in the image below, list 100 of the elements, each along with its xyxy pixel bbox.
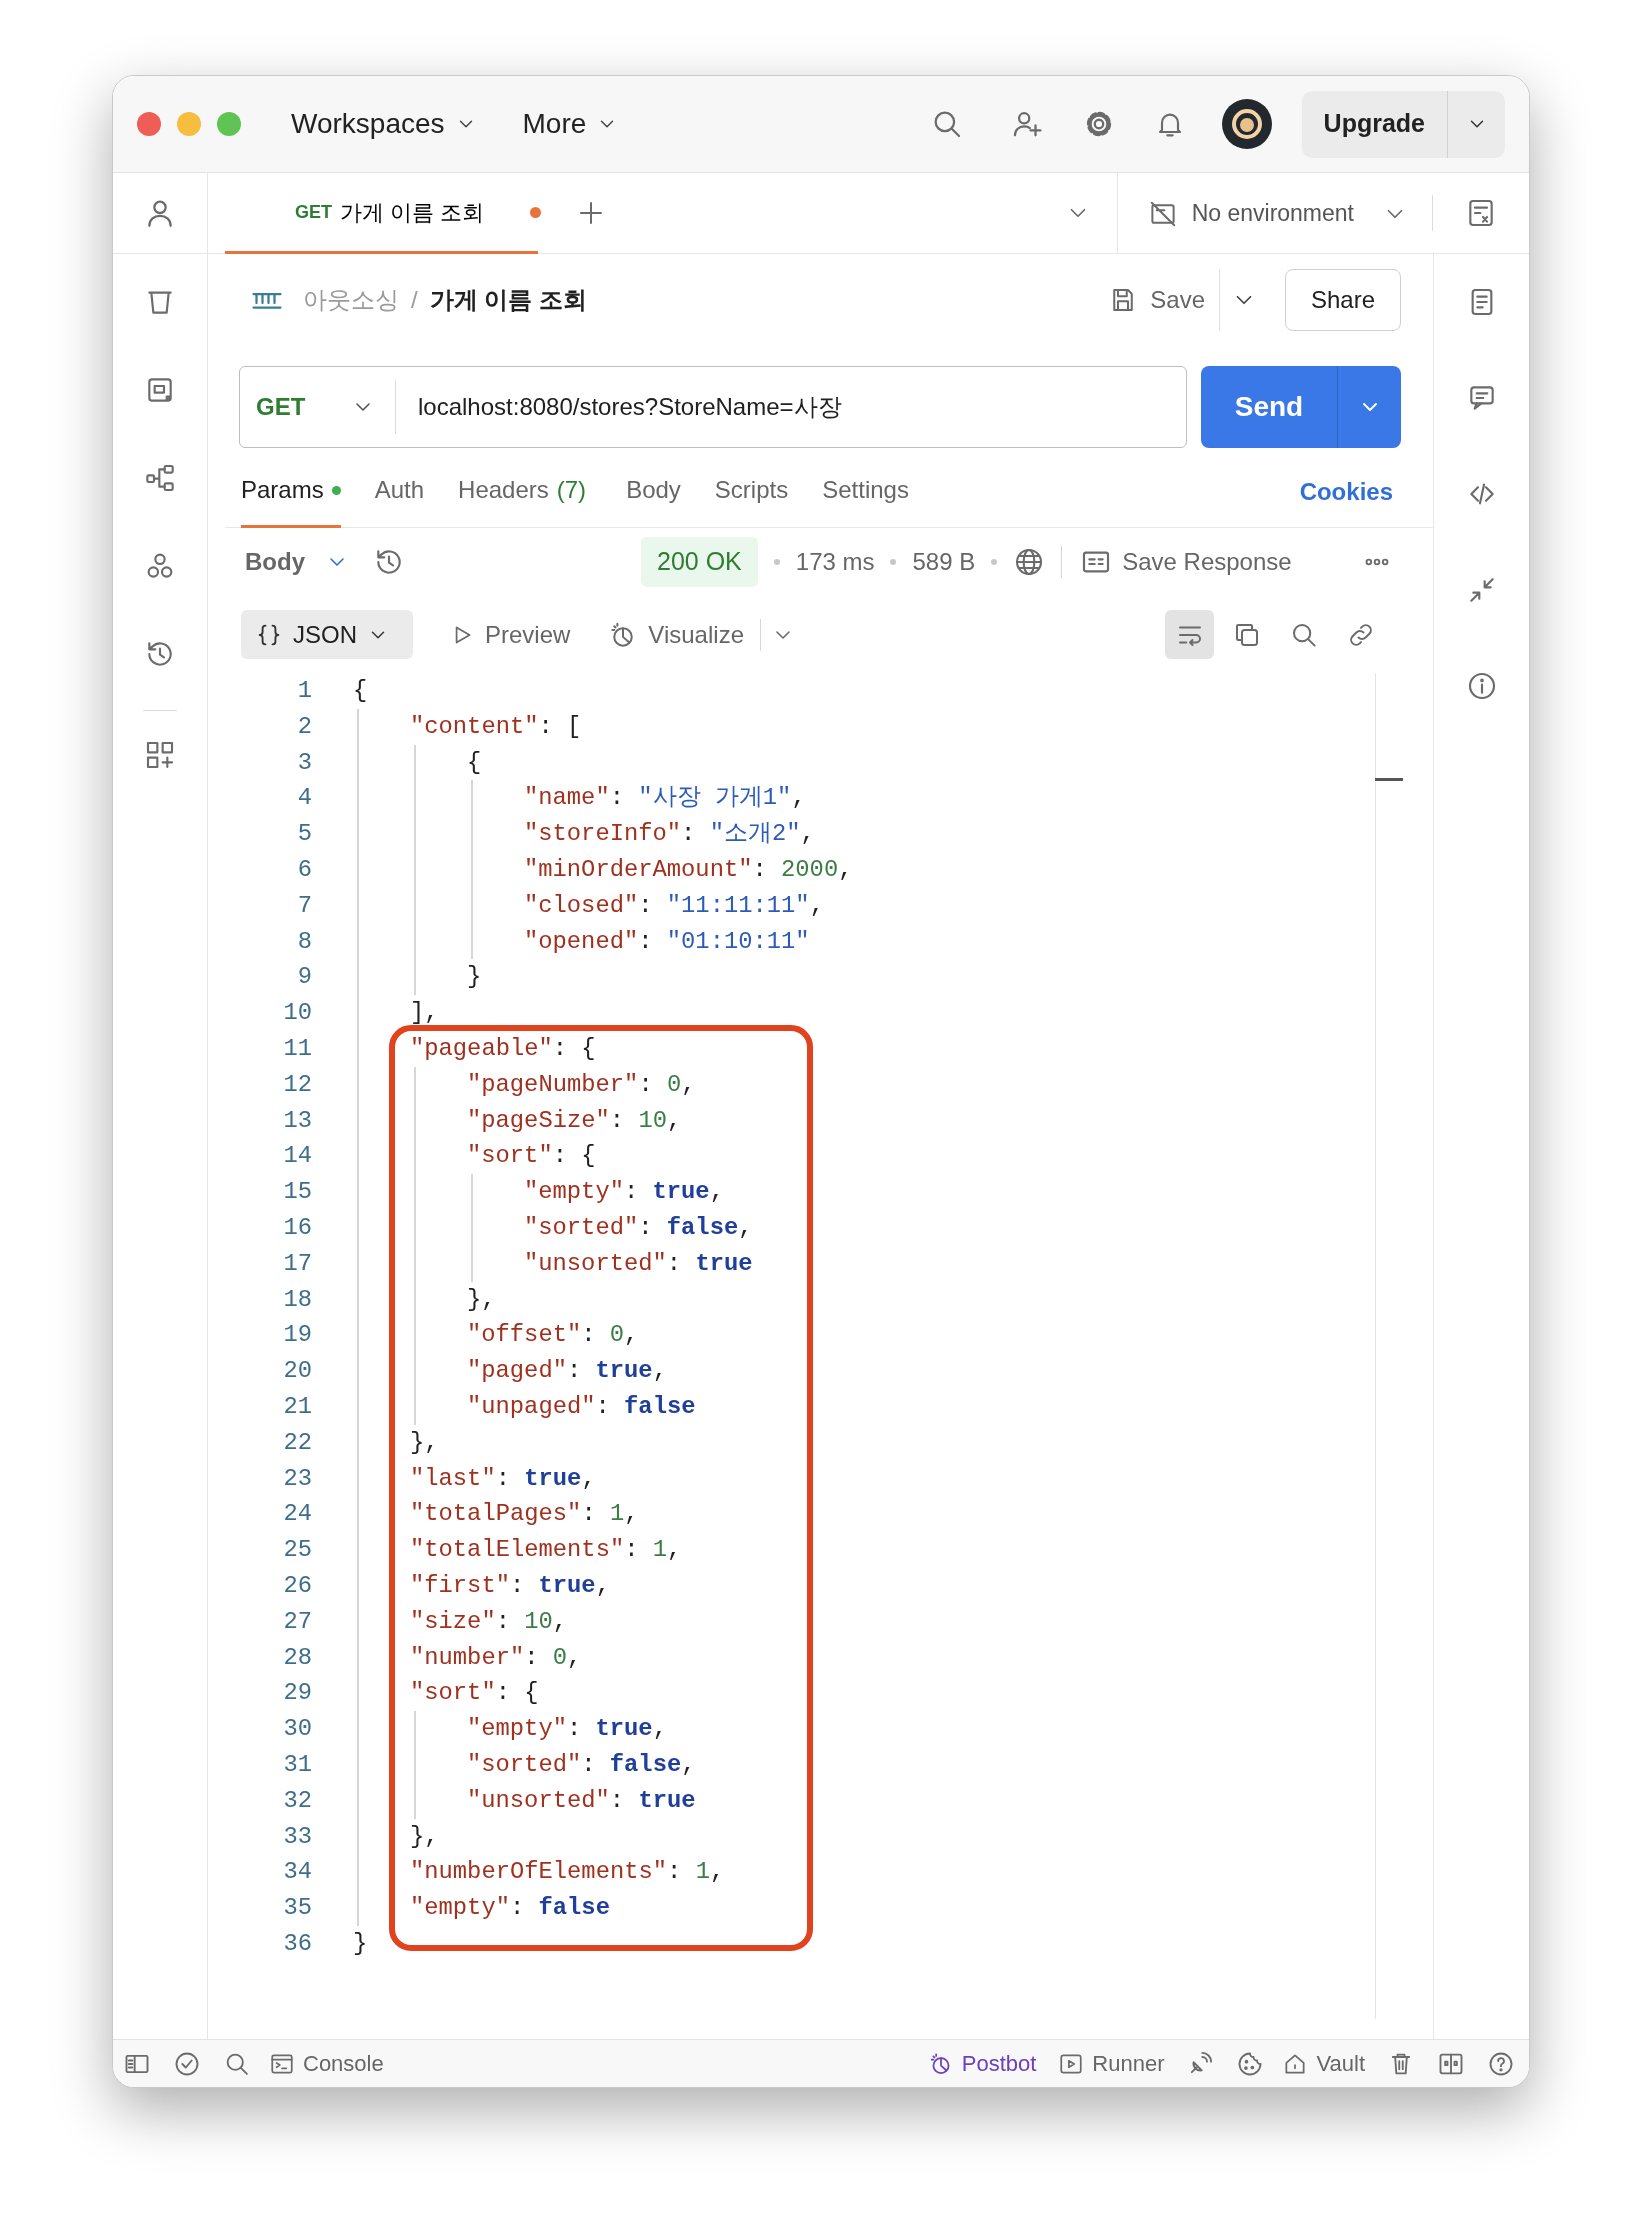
line-number: 16 <box>282 1212 312 1243</box>
breadcrumb-separator: / <box>411 285 418 315</box>
line-number: 33 <box>282 1821 312 1852</box>
line-number: 8 <box>296 926 312 957</box>
line-number: 6 <box>296 855 312 885</box>
code-line: ], <box>410 998 439 1029</box>
visualize-button[interactable]: Visualize <box>608 616 744 653</box>
code-line: "sorted": false, <box>524 1212 753 1243</box>
line-number: 13 <box>282 1105 312 1136</box>
code-line: "empty": true, <box>524 1177 724 1208</box>
line-number: 22 <box>282 1427 312 1458</box>
line-number: 30 <box>282 1714 312 1745</box>
code-line: "sort": { <box>410 1678 539 1709</box>
line-number: 1 <box>296 676 312 706</box>
code-line: "last": true, <box>410 1463 596 1494</box>
code-line: "empty": false <box>410 1893 610 1924</box>
line-number: 32 <box>282 1785 312 1816</box>
code-line: "pageable": { <box>410 1033 596 1064</box>
line-number: 29 <box>282 1678 312 1709</box>
line-number: 24 <box>282 1499 312 1530</box>
code-line: "name": "사장 가게1", <box>524 783 806 814</box>
line-number: 35 <box>282 1893 312 1924</box>
line-number: 7 <box>296 890 312 921</box>
code-line: "sort": { <box>467 1141 596 1172</box>
code-line: "totalPages": 1, <box>410 1499 639 1530</box>
request-option-tab[interactable]: Auth <box>374 472 425 528</box>
line-number: 18 <box>282 1284 312 1315</box>
url-field[interactable]: GET localhost:8080/stores?StoreName=사장 <box>239 366 1187 448</box>
request-tab[interactable]: GET 가게 이름 조회 <box>225 173 538 254</box>
code-line: "unsorted": true <box>524 1248 753 1279</box>
close-button[interactable] <box>137 112 161 136</box>
line-number: 17 <box>282 1248 312 1279</box>
line-number: 31 <box>282 1749 312 1780</box>
line-number: 12 <box>282 1069 312 1100</box>
tool-button[interactable] <box>1165 610 1214 659</box>
code-line: "totalElements": 1, <box>410 1535 682 1566</box>
line-number: 34 <box>282 1857 312 1888</box>
save-response-button[interactable]: Save Response <box>1080 544 1292 580</box>
code-line: "unsorted": true <box>467 1785 696 1816</box>
avatar-icon[interactable] <box>1221 99 1272 149</box>
code-line: "minOrderAmount": 2000, <box>524 855 853 885</box>
line-number: 3 <box>296 747 312 778</box>
request-option-tab[interactable]: Scripts <box>714 472 789 528</box>
environment-selector[interactable]: No environment <box>1117 173 1408 254</box>
request-option-tab[interactable]: Params <box>241 472 341 528</box>
request-name: 가게 이름 조회 <box>429 285 587 315</box>
code-line: "paged": true, <box>467 1356 667 1387</box>
save-button[interactable]: Save <box>1108 282 1219 318</box>
code-line: { <box>353 676 368 706</box>
cookies-link[interactable]: Cookies <box>1299 474 1393 527</box>
line-number: 11 <box>282 1033 312 1064</box>
runner-button[interactable]: Runner <box>1058 2043 1165 2084</box>
request-option-tab[interactable]: Headers (7) <box>458 472 587 528</box>
line-number: 2 <box>296 711 312 742</box>
vault-button[interactable]: Vault <box>1282 2043 1365 2084</box>
code-line: }, <box>410 1821 439 1852</box>
preview-button[interactable]: Preview <box>449 616 571 653</box>
code-line: "storeInfo": "소개2", <box>524 819 815 850</box>
format-dropdown[interactable]: JSON <box>241 610 413 659</box>
line-number: 15 <box>282 1177 312 1208</box>
response-time: 173 ms <box>795 547 875 577</box>
code-line: "first": true, <box>410 1570 610 1601</box>
line-number: 23 <box>282 1463 312 1494</box>
code-line: "number": 0, <box>410 1642 582 1673</box>
code-line: "pageSize": 10, <box>467 1105 682 1136</box>
response-section-dropdown[interactable]: Body <box>245 544 305 580</box>
code-line: "opened": "01:10:11" <box>524 926 810 957</box>
add-apps-icon[interactable] <box>144 739 176 771</box>
code-line: "closed": "11:11:11", <box>524 890 824 921</box>
method-dropdown[interactable]: GET <box>240 380 396 434</box>
code-line: } <box>353 1928 368 1959</box>
code-line: "offset": 0, <box>467 1320 639 1351</box>
request-option-tab[interactable]: Settings <box>822 472 909 528</box>
console-button[interactable]: Console <box>269 2043 384 2084</box>
code-line: { <box>467 747 482 778</box>
scroll-marker <box>1375 778 1403 781</box>
code-line: "size": 10, <box>410 1606 568 1637</box>
postbot-button[interactable]: Postbot <box>927 2043 1037 2084</box>
line-number: 4 <box>296 783 312 814</box>
line-number: 14 <box>282 1141 312 1172</box>
flows-icon[interactable] <box>144 462 176 494</box>
line-number: 19 <box>282 1320 312 1351</box>
menu-button[interactable]: Workspaces <box>291 103 477 145</box>
code-line: "pageNumber": 0, <box>467 1069 696 1100</box>
menu-button[interactable]: More <box>522 103 619 145</box>
upgrade-button[interactable]: Upgrade <box>1301 90 1447 158</box>
share-button[interactable]: Share <box>1285 269 1401 331</box>
status-badge: 200 OK <box>641 537 758 587</box>
request-option-tab[interactable]: Body <box>626 472 681 528</box>
line-number: 27 <box>282 1606 312 1637</box>
code-line: "content": [ <box>410 711 582 742</box>
code-line: "empty": true, <box>467 1714 667 1745</box>
line-number: 5 <box>296 819 312 850</box>
line-number: 28 <box>282 1642 312 1673</box>
line-number: 9 <box>296 962 312 993</box>
line-number: 26 <box>282 1570 312 1601</box>
line-number: 25 <box>282 1535 312 1566</box>
code-line: } <box>467 962 482 993</box>
code-line: }, <box>410 1427 439 1458</box>
code-line: "unpaged": false <box>467 1391 696 1422</box>
